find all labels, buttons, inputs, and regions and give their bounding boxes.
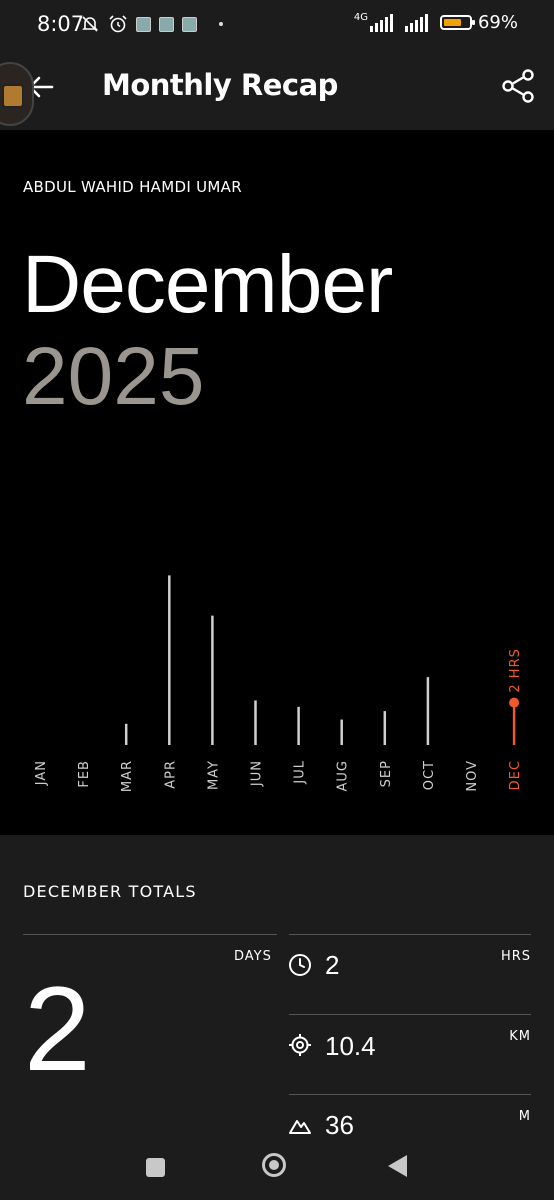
system-nav-bar <box>0 1135 554 1200</box>
distance-unit: KM <box>509 1029 531 1044</box>
chart-month-label-may: MAY <box>206 760 221 790</box>
system-back-button[interactable] <box>388 1155 407 1177</box>
network-type: 4G <box>353 12 368 23</box>
chart-month-label-aug: AUG <box>336 760 351 791</box>
divider <box>289 934 531 935</box>
page-title: Monthly Recap <box>102 68 338 102</box>
monthly-activity-chart: JAN FEB MAR APR MAY JUN JUL AUG SEP OCT NOV 2 HRS DE… <box>34 575 523 792</box>
divider <box>289 1094 531 1095</box>
app-notification-icon <box>159 16 174 32</box>
chart-highlight-label: 2 HRS <box>508 648 523 692</box>
distance-value: 10.4 <box>325 1031 376 1061</box>
chart-month-label-oct: OCT <box>422 760 437 790</box>
chart-month-label-dec: DEC <box>508 760 523 790</box>
chart-month-label-jun: JUN <box>250 760 265 787</box>
totals-section: DECEMBER TOTALS DAYS 2 2 HRS 10.4 KM 36 … <box>0 835 554 1140</box>
chart-highlight-marker <box>509 697 520 708</box>
mountain-icon <box>289 1120 311 1134</box>
floating-app-bubble[interactable] <box>0 62 34 126</box>
status-bar: 8:07 4G 69% <box>0 0 554 50</box>
mute-bell-icon <box>82 16 98 32</box>
chart-month-label-mar: MAR <box>120 760 135 792</box>
days-label: DAYS <box>234 949 272 964</box>
more-notifications-dot <box>219 22 223 26</box>
app-bar: Monthly Recap <box>0 50 554 130</box>
recap-header: ABDUL WAHID HAMDI UMAR December 2025 JAN… <box>0 130 554 835</box>
days-value: 2 <box>24 962 91 1096</box>
chart-month-label-jul: JUL <box>293 760 308 785</box>
status-time: 8:07 <box>37 12 85 36</box>
time-unit: HRS <box>500 949 531 964</box>
battery-percent: 69% <box>477 12 518 33</box>
clock-icon <box>289 954 311 976</box>
totals-title: DECEMBER TOTALS <box>23 882 197 901</box>
chart-month-label-sep: SEP <box>379 760 394 787</box>
chart-month-label-jan: JAN <box>34 760 49 786</box>
divider <box>289 1014 531 1015</box>
time-value: 2 <box>325 950 340 980</box>
share-icon[interactable] <box>500 68 536 104</box>
chart-month-label-apr: APR <box>163 760 178 789</box>
alarm-icon <box>109 15 127 33</box>
app-notification-icon <box>182 16 197 32</box>
elevation-unit: M <box>518 1109 531 1124</box>
signal-icon <box>369 13 393 32</box>
divider <box>23 934 277 935</box>
app-notification-icon <box>136 16 151 32</box>
target-icon <box>289 1034 311 1056</box>
home-button[interactable] <box>262 1153 286 1177</box>
battery-icon <box>439 15 475 30</box>
chart-month-label-feb: FEB <box>77 760 92 788</box>
chart-month-label-nov: NOV <box>465 760 480 792</box>
recents-button[interactable] <box>146 1158 165 1177</box>
signal-icon <box>404 13 428 32</box>
